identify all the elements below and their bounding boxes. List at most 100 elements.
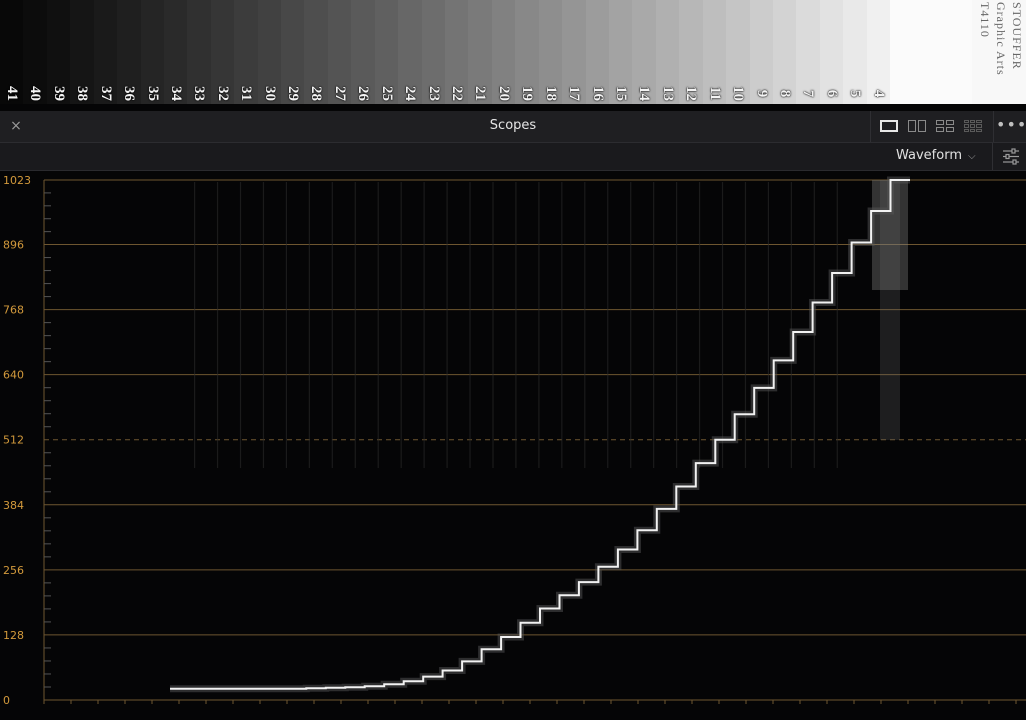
layout-grid-icon[interactable] xyxy=(964,120,982,132)
wedge-step: 30 xyxy=(257,0,282,104)
wedge-step: 10 xyxy=(726,0,750,104)
wedge-step: 12 xyxy=(679,0,703,104)
waveform-streak xyxy=(767,182,770,468)
more-options-icon[interactable]: ••• xyxy=(996,115,1026,137)
waveform-streak xyxy=(515,182,517,468)
wedge-step: 14 xyxy=(632,0,656,104)
waveform-streak xyxy=(790,182,792,468)
wedge-step-number: 32 xyxy=(215,85,232,101)
layout-single-icon[interactable] xyxy=(880,120,898,132)
wedge-step-number: 13 xyxy=(660,85,677,101)
y-tick-label: 1023 xyxy=(3,174,31,187)
wedge-step-number: 15 xyxy=(613,85,630,101)
wedge-step: 39 xyxy=(46,0,71,104)
wedge-step-number: 11 xyxy=(706,86,723,101)
waveform-streak xyxy=(216,182,219,468)
wedge-step: 7 xyxy=(796,0,820,104)
waveform-streak xyxy=(423,182,425,468)
wedge-step-number: 22 xyxy=(449,85,466,101)
waveform-streak xyxy=(561,182,563,468)
scope-type-label: Waveform xyxy=(896,148,962,163)
layout-quad-icon[interactable] xyxy=(936,120,954,132)
wedge-step-number: 19 xyxy=(519,85,536,101)
wedge-step-number: 6 xyxy=(823,89,840,98)
y-tick-label: 0 xyxy=(3,694,10,707)
wedge-step: 25 xyxy=(374,0,399,104)
wedge-step-number: 16 xyxy=(589,85,606,101)
wedge-step-number: 7 xyxy=(800,89,817,98)
wedge-step-number: 38 xyxy=(74,85,91,101)
scope-type-dropdown[interactable]: Waveform ⌵ xyxy=(896,148,976,166)
y-tick-label: 384 xyxy=(3,499,24,512)
wedge-step: 24 xyxy=(398,0,422,104)
waveform-clip-tail xyxy=(880,180,900,440)
step-wedge-steps: 41 40 39 38 37 36 35 34 33 32 31 30 29 28 27 26 25 24 23 22… xyxy=(0,0,891,104)
waveform-streak xyxy=(469,182,471,468)
step-wedge-image: 41 40 39 38 37 36 35 34 33 32 31 30 29 28 27 26 25 24 23 22… xyxy=(0,0,1026,104)
y-tick-label: 768 xyxy=(3,304,24,317)
waveform-streak xyxy=(308,182,310,468)
wedge-step-number: 37 xyxy=(97,85,114,101)
wedge-step: 15 xyxy=(608,0,633,104)
waveform-streak xyxy=(744,182,747,468)
wedge-step: 5 xyxy=(843,0,867,104)
waveform-streak xyxy=(354,182,356,468)
wedge-step: 33 xyxy=(187,0,211,104)
brand-name: STOUFFER xyxy=(1010,2,1024,70)
wedge-step-number: 40 xyxy=(27,85,44,101)
layout-dual-icon[interactable] xyxy=(908,120,926,132)
wedge-step-number: 35 xyxy=(144,85,161,101)
wedge-step-number: 8 xyxy=(777,89,794,98)
waveform-streak xyxy=(331,182,333,468)
layout-selector xyxy=(870,111,994,142)
wedge-step-number: 30 xyxy=(261,85,278,101)
wedge-step: 40 xyxy=(23,0,47,104)
wedge-step: 31 xyxy=(234,0,258,104)
wedge-step-number: 34 xyxy=(168,85,185,101)
waveform-streak xyxy=(630,182,632,468)
wedge-step-number: 20 xyxy=(496,85,513,101)
wedge-step-number: 23 xyxy=(425,85,442,101)
scopes-toolbar: Waveform ⌵ xyxy=(0,143,1026,171)
wedge-step: 37 xyxy=(93,0,118,104)
wedge-step: 20 xyxy=(491,0,516,104)
wedge-step-number: 10 xyxy=(730,85,747,101)
waveform-graticule: 1023 896 768 640 512 384 256 128 0 xyxy=(3,174,1026,707)
wedge-step-number: 26 xyxy=(355,85,372,101)
wedge-step: 38 xyxy=(70,0,94,104)
wedge-step: 17 xyxy=(562,0,586,104)
wedge-step-number: 17 xyxy=(566,85,583,101)
wedge-step-number: 31 xyxy=(238,85,255,101)
waveform-streak xyxy=(653,182,655,468)
wedge-step: 28 xyxy=(304,0,328,104)
y-tick-label: 256 xyxy=(3,564,24,577)
waveform-scope: 1023 896 768 640 512 384 256 128 0 xyxy=(0,171,1026,720)
y-tick-label: 896 xyxy=(3,239,24,252)
y-tick-label: 512 xyxy=(3,434,24,447)
waveform-streak xyxy=(377,182,379,468)
waveform-streak xyxy=(721,182,724,468)
wedge-step-number: 18 xyxy=(542,85,559,101)
wedge-step: 6 xyxy=(819,0,844,104)
brand-model: T4110 xyxy=(978,2,992,38)
wedge-step-number: 28 xyxy=(308,85,325,101)
wedge-step-number: 25 xyxy=(378,85,395,101)
wedge-step: 26 xyxy=(351,0,375,104)
waveform-streak xyxy=(239,182,242,468)
wedge-step: 16 xyxy=(585,0,609,104)
wedge-step-number: 39 xyxy=(51,85,68,101)
waveform-streak xyxy=(285,182,288,468)
wedge-step-number: 27 xyxy=(332,85,349,101)
wedge-step: 9 xyxy=(749,0,773,104)
wedge-step: 21 xyxy=(468,0,492,104)
wedge-step: 27 xyxy=(327,0,352,104)
waveform-streak xyxy=(400,182,402,468)
wedge-step: 4 xyxy=(866,0,891,104)
wedge-step: 32 xyxy=(210,0,235,104)
waveform-streak xyxy=(584,182,586,468)
waveform-streak xyxy=(194,182,196,468)
wedge-step-number: 21 xyxy=(472,85,489,101)
wedge-step-number: 36 xyxy=(121,85,138,101)
settings-sliders-icon[interactable] xyxy=(992,143,1026,170)
wedge-step-number: 33 xyxy=(191,85,208,101)
